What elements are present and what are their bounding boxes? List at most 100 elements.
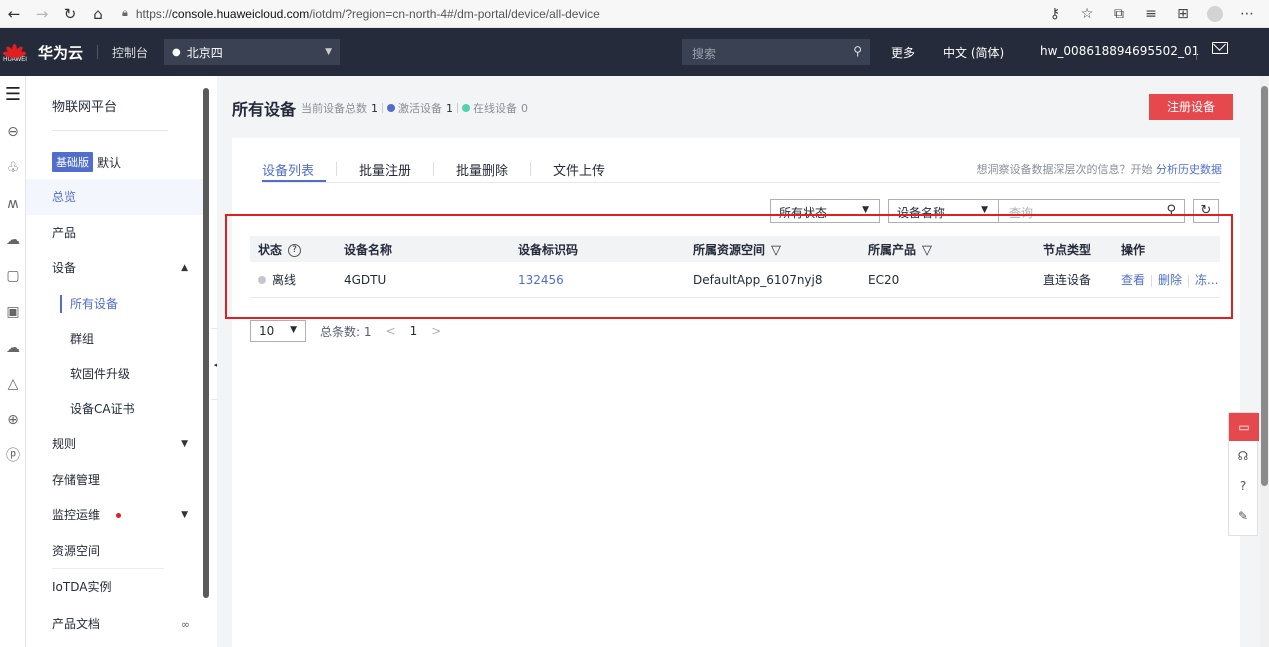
search-icon[interactable]: ⚲: [853, 44, 862, 58]
language-selector[interactable]: 中文 (简体): [943, 44, 1004, 61]
main-content: 所有设备 当前设备总数 1 激活设备 1 在线设备 0 注册设备 设备列表 批量…: [217, 76, 1269, 647]
stat-online-value: 0: [521, 101, 528, 115]
stat-online-label: 在线设备: [473, 102, 517, 115]
document-icon[interactable]: ▣: [0, 294, 26, 330]
sidebar-item-product[interactable]: 产品: [26, 215, 206, 251]
url-scheme: https://: [135, 6, 172, 21]
user-account-menu[interactable]: hw_008618894695502_01: [1040, 44, 1199, 58]
cloud-outline-icon[interactable]: ☁: [0, 330, 26, 366]
stat-active-value: 1: [446, 101, 453, 115]
sidebar-item-label: 监控运维: [52, 508, 101, 522]
bell-icon[interactable]: △: [0, 366, 26, 402]
notification-dot: [115, 513, 121, 518]
collections-icon[interactable]: ⊞: [1167, 6, 1199, 22]
sidebar-scrollbar[interactable]: [203, 88, 209, 598]
floating-help-toolbar: ▭ ☊ ? ✎: [1228, 412, 1259, 536]
total-count: 总条数: 1: [320, 324, 372, 339]
active-tab-indicator: [262, 180, 326, 182]
region-label: 北京四: [186, 45, 223, 60]
forward-icon[interactable]: →: [28, 5, 56, 23]
sidebar-item-monitor[interactable]: 监控运维 ▼: [26, 497, 206, 533]
page-scrollbar[interactable]: [1260, 76, 1269, 647]
tab-batch-register[interactable]: 批量注册: [359, 160, 411, 179]
prev-page-icon[interactable]: <: [386, 324, 396, 338]
chevron-down-icon: ▼: [325, 47, 333, 57]
lock-icon: 🔒︎: [122, 7, 128, 19]
sidebar-item-rules[interactable]: 规则 ▼: [26, 426, 206, 462]
external-link-icon: ∞: [180, 618, 190, 631]
brand-name[interactable]: 华为云: [38, 42, 83, 63]
cloud-service-icon[interactable]: ⊖: [0, 114, 26, 150]
sidebar-item-ca-cert[interactable]: 设备CA证书: [26, 391, 206, 427]
reload-icon[interactable]: ↻: [56, 5, 84, 23]
chevron-down-icon: ▼: [181, 510, 188, 520]
profile-avatar[interactable]: [1207, 6, 1223, 22]
service-icon-rail: ☰ ⊖ ♧ ʍ ☁ ▢ ▣ ☁ △ ⊕ ⓟ: [0, 76, 26, 647]
sidebar-item-firmware[interactable]: 软固件升级: [26, 356, 206, 392]
tab-bar: 设备列表 批量注册 批量删除 文件上传: [262, 158, 605, 180]
more-menu-icon[interactable]: ⋯: [1231, 6, 1263, 22]
customer-service-icon[interactable]: ☊: [1229, 441, 1257, 471]
sidebar-item-device[interactable]: 设备 ▲: [26, 250, 206, 286]
page-title: 所有设备: [232, 100, 297, 119]
page-size-value: 10: [259, 324, 275, 338]
extensions-icon[interactable]: ⧉: [1103, 6, 1135, 22]
sidebar-item-group[interactable]: 群组: [26, 321, 206, 357]
pagination: 10 ▼ 总条数: 1 < 1 >: [250, 320, 441, 342]
console-link[interactable]: 控制台: [112, 44, 148, 61]
edition-default-label: 默认: [97, 155, 122, 170]
page-size-select[interactable]: 10 ▼: [250, 320, 306, 342]
divider: [52, 130, 168, 131]
sidebar-item-label: 设备: [52, 261, 77, 275]
address-bar[interactable]: 🔒︎ https://console.huaweicloud.com/iotdm…: [122, 7, 600, 21]
favorites-list-icon[interactable]: ≡: [1135, 6, 1167, 22]
edition-badge: 基础版: [52, 152, 93, 172]
tab-batch-delete[interactable]: 批量删除: [456, 160, 508, 179]
home-icon[interactable]: ⌂: [84, 5, 112, 23]
globe-icon[interactable]: ⊕: [0, 402, 26, 438]
sidebar-item-resource-space[interactable]: 资源空间: [26, 533, 206, 569]
tab-file-upload[interactable]: 文件上传: [553, 160, 605, 179]
huawei-logo[interactable]: HUAWEI: [0, 28, 30, 76]
cloud-icon[interactable]: ☁: [0, 222, 26, 258]
next-page-icon[interactable]: >: [431, 324, 441, 338]
history-hint: 想洞察设备数据深层次的信息？开始 分析历史数据: [977, 161, 1223, 177]
history-analysis-link[interactable]: 分析历史数据: [1156, 163, 1222, 176]
help-circle-icon[interactable]: ?: [1229, 471, 1257, 501]
sidebar-item-overview[interactable]: 总览: [26, 179, 206, 215]
mail-icon[interactable]: [1212, 42, 1228, 54]
chat-icon[interactable]: ▭: [1229, 413, 1259, 441]
back-icon[interactable]: ←: [0, 5, 28, 23]
region-selector[interactable]: ● 北京四 ▼: [164, 39, 341, 65]
sidebar-item-storage[interactable]: 存储管理: [26, 462, 206, 498]
sidebar-item-iotda[interactable]: IoTDA实例: [26, 569, 206, 605]
sidebar-title: 物联网平台: [52, 100, 118, 115]
stat-total-value: 1: [371, 101, 378, 115]
location-pin-icon: ●: [172, 46, 181, 58]
search-placeholder: 搜索: [692, 47, 717, 61]
history-hint-text: 想洞察设备数据深层次的信息？开始: [976, 163, 1153, 176]
sidebar-item-label: 产品文档: [52, 617, 101, 631]
stat-active-label: 激活设备: [398, 102, 442, 115]
feedback-icon[interactable]: ✎: [1229, 501, 1257, 531]
search-input[interactable]: 搜索 ⚲: [682, 39, 870, 65]
storage-icon[interactable]: ▢: [0, 258, 26, 294]
ip-icon[interactable]: ⓟ: [0, 438, 26, 474]
menu-icon[interactable]: ☰: [0, 76, 26, 114]
edition-selector[interactable]: 基础版 默认: [52, 152, 121, 172]
sidebar-item-label: 规则: [52, 437, 77, 451]
device-stats: 当前设备总数 1 激活设备 1 在线设备 0: [301, 100, 528, 116]
register-device-button[interactable]: 注册设备: [1149, 94, 1233, 120]
divider: [262, 182, 1220, 183]
highlight-box: [225, 214, 1233, 319]
chart-icon[interactable]: ʍ: [0, 186, 26, 222]
favorite-star-icon[interactable]: ☆: [1071, 6, 1103, 22]
sidebar-item-all-devices[interactable]: 所有设备: [26, 286, 206, 322]
stat-total-label: 当前设备总数: [301, 102, 367, 115]
more-menu[interactable]: 更多: [891, 44, 915, 61]
sidebar-item-docs[interactable]: 产品文档 ∞: [26, 606, 206, 642]
tab-device-list[interactable]: 设备列表: [262, 160, 314, 179]
network-icon[interactable]: ♧: [0, 150, 26, 186]
key-icon[interactable]: ⚷: [1039, 6, 1071, 22]
page-number[interactable]: 1: [410, 324, 418, 338]
